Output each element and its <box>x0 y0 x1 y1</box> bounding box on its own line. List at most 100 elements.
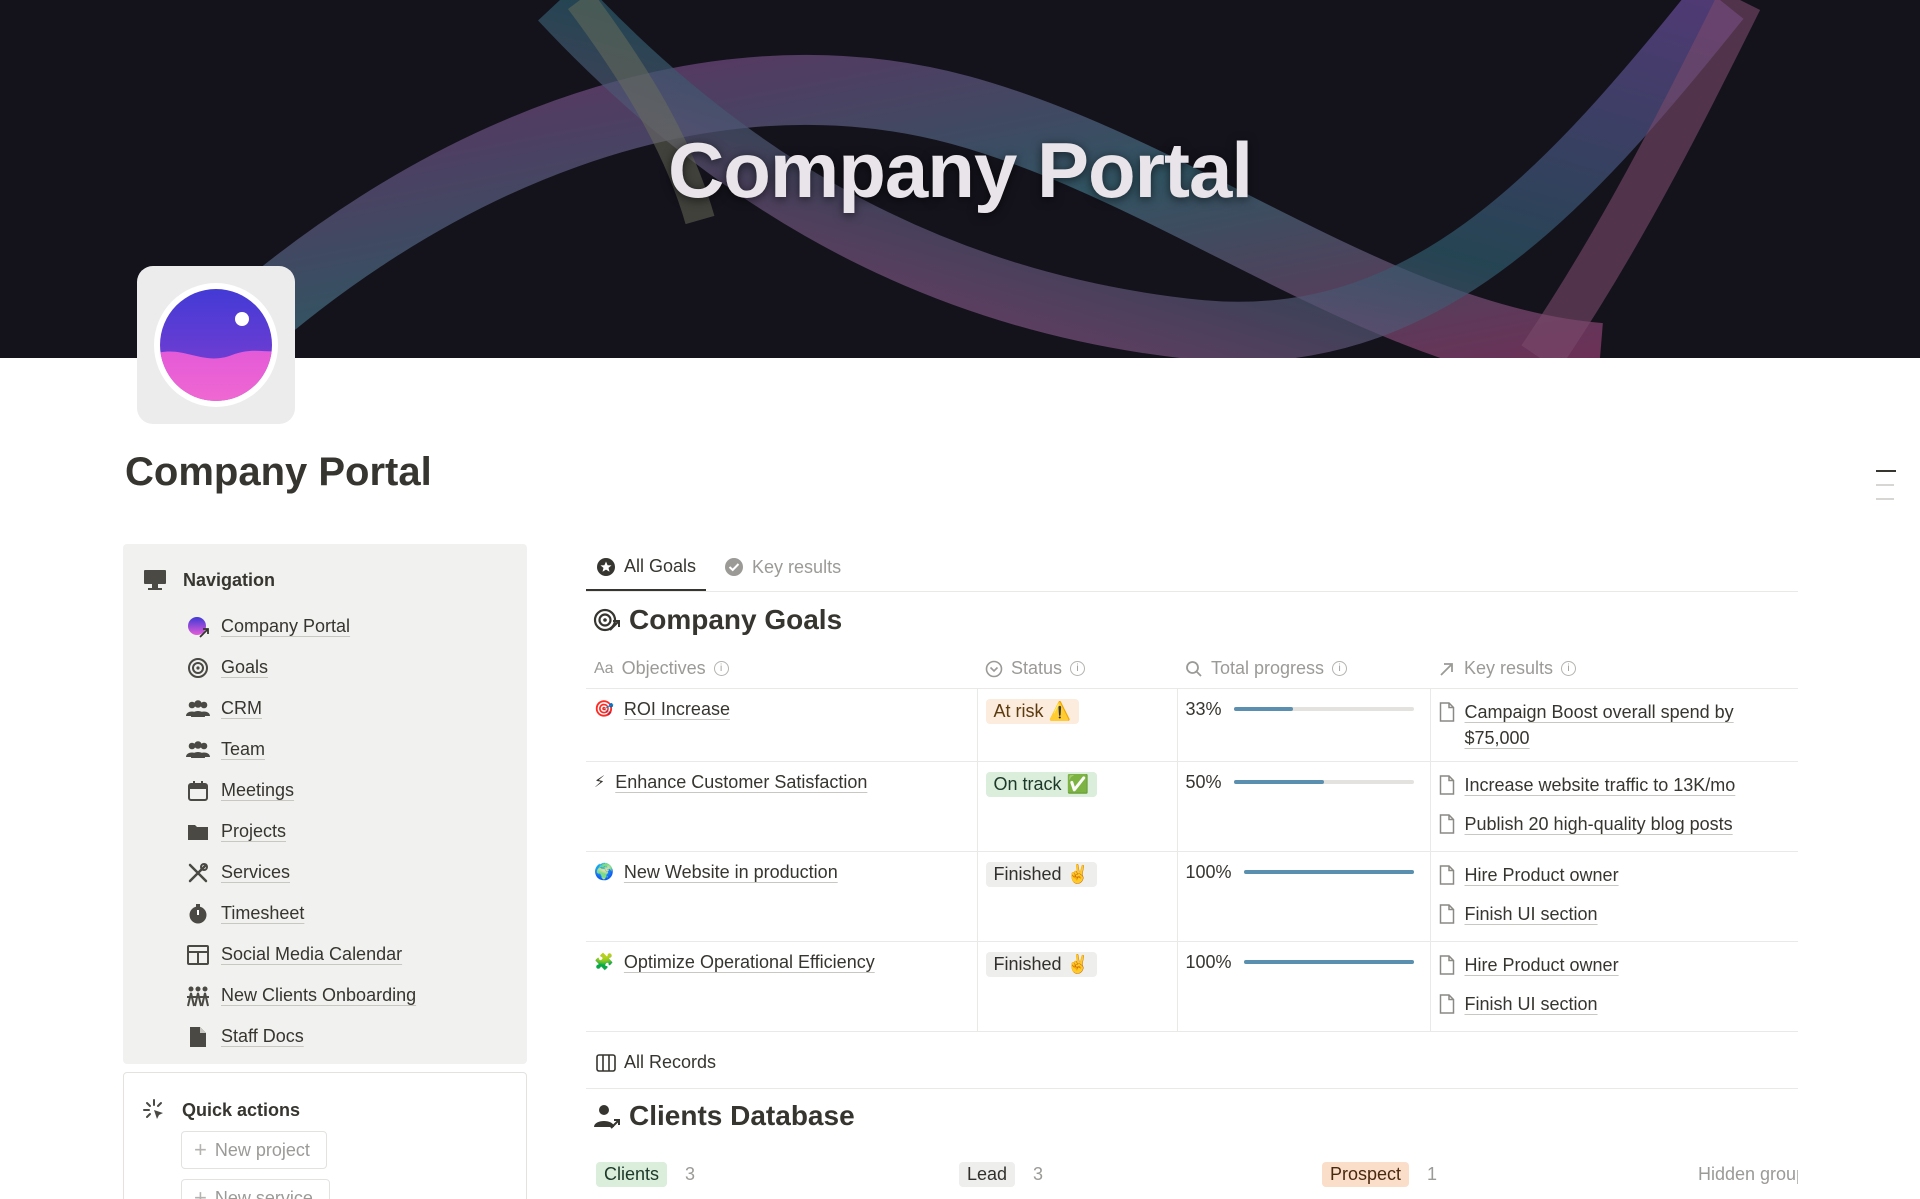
key-results-cell[interactable]: Campaign Boost overall spend by $75,000 <box>1430 688 1798 762</box>
objective-cell[interactable]: 🎯 ROI Increase <box>586 688 978 762</box>
nav-item-new-clients-onboarding[interactable]: New Clients Onboarding <box>185 975 416 1016</box>
group-prospect[interactable]: Prospect 1 <box>1322 1162 1437 1187</box>
outline-mark[interactable] <box>1876 470 1896 472</box>
outline-mark[interactable] <box>1876 498 1894 500</box>
group-lead[interactable]: Lead 3 <box>959 1162 1322 1187</box>
tab-key-results[interactable]: Key results <box>714 544 851 590</box>
status-cell[interactable]: Finished ✌️ <box>977 851 1178 942</box>
hidden-groups-toggle[interactable]: Hidden groups <box>1698 1164 1798 1185</box>
quick-actions-header: Quick actions <box>142 1098 300 1122</box>
nav-item-crm[interactable]: CRM <box>185 688 416 729</box>
clients-database-heading[interactable]: Clients Database <box>593 1100 855 1132</box>
key-result-title: Increase website traffic to 13K/mo <box>1464 774 1736 795</box>
key-results-cell[interactable]: Increase website traffic to 13K/mo Publis… <box>1430 761 1798 852</box>
page-title: Company Portal <box>125 450 432 494</box>
people-icon <box>185 737 211 763</box>
info-icon[interactable]: i <box>1332 661 1348 677</box>
layout-icon <box>185 942 211 968</box>
nav-item-meetings[interactable]: Meetings <box>185 770 416 811</box>
new-service-label: New service <box>214 1187 313 1199</box>
table-header-row: Aa Objectives i Status i Total progress … <box>586 650 1798 689</box>
document-icon <box>185 1024 211 1050</box>
company-goals-table: Aa Objectives i Status i Total progress … <box>586 650 1798 1032</box>
page-icon-small <box>1439 774 1455 802</box>
group-clients-tag: Clients <box>596 1162 668 1187</box>
objective-cell[interactable]: 🧩 Optimize Operational Efficiency <box>586 941 978 1032</box>
group-lead-count: 3 <box>1033 1164 1044 1184</box>
clients-database-title: Clients Database <box>629 1100 855 1131</box>
nav-item-label: Timesheet <box>221 903 305 923</box>
status-cell[interactable]: Finished ✌️ <box>977 941 1178 1032</box>
column-total-progress[interactable]: Total progress i <box>1177 650 1430 689</box>
board-columns-icon <box>596 1053 616 1072</box>
key-result-link[interactable]: Finish UI section <box>1439 991 1791 1021</box>
tab-all-goals-label: All Goals <box>624 556 697 576</box>
navigation-header: Navigation <box>143 569 275 591</box>
nav-item-staff-docs[interactable]: Staff Docs <box>185 1016 416 1057</box>
info-icon[interactable]: i <box>713 661 729 677</box>
objective-cell[interactable]: 🌍 New Website in production <box>586 851 978 942</box>
company-goals-heading[interactable]: Company Goals <box>593 604 842 636</box>
status-badge: Finished ✌️ <box>985 861 1097 887</box>
table-row[interactable]: ⚡ Enhance Customer Satisfaction On track ✅… <box>586 761 1798 852</box>
records-view-tabs: All Records <box>586 1040 1798 1089</box>
nav-item-goals[interactable]: Goals <box>185 647 416 688</box>
key-result-title: Finish UI section <box>1464 903 1598 924</box>
status-cell[interactable]: On track ✅ <box>977 761 1178 852</box>
nav-item-projects[interactable]: Projects <box>185 811 416 852</box>
person-link-icon <box>594 1105 620 1129</box>
nav-item-label: Meetings <box>221 780 295 800</box>
nav-item-timesheet[interactable]: Timesheet <box>185 893 416 934</box>
table-row[interactable]: 🌍 New Website in production Finished ✌️ 100… <box>586 851 1798 942</box>
objective-cell[interactable]: ⚡ Enhance Customer Satisfaction <box>586 761 978 852</box>
key-result-link[interactable]: Hire Product owner <box>1439 862 1791 892</box>
key-result-link[interactable]: Campaign Boost overall spend by $75,000 <box>1439 699 1791 751</box>
status-cell[interactable]: At risk ⚠️ <box>977 688 1178 762</box>
company-goals-title: Company Goals <box>629 604 843 635</box>
group-clients[interactable]: Clients 3 <box>596 1162 959 1187</box>
progress-bar-fill <box>1243 870 1414 874</box>
page-icon[interactable] <box>137 266 295 424</box>
nav-item-company-portal[interactable]: Company Portal <box>185 606 416 647</box>
quick-actions-title: Quick actions <box>182 1099 301 1120</box>
objective-emoji-icon: ⚡ <box>594 774 606 791</box>
group-clients-count: 3 <box>685 1164 696 1184</box>
table-row[interactable]: 🧩 Optimize Operational Efficiency Finished… <box>586 941 1798 1032</box>
nav-item-social-media-calendar[interactable]: Social Media Calendar <box>185 934 416 975</box>
key-result-link[interactable]: Hire Product owner <box>1439 952 1791 982</box>
progress-bar-fill <box>1233 707 1293 711</box>
tab-all-records[interactable]: All Records <box>586 1040 1798 1085</box>
key-result-link[interactable]: Finish UI section <box>1439 901 1791 931</box>
page-icon-small <box>1439 993 1455 1021</box>
progress-bar-fill <box>1243 960 1414 964</box>
outline-mark[interactable] <box>1876 484 1894 486</box>
page-outline[interactable] <box>1876 470 1896 512</box>
nav-item-team[interactable]: Team <box>185 729 416 770</box>
table-row[interactable]: 🎯 ROI Increase At risk ⚠️ 33% Campaign Boost… <box>586 688 1798 762</box>
objective-name: New Website in production <box>623 861 838 882</box>
folder-icon <box>185 819 211 845</box>
info-icon[interactable]: i <box>1561 661 1577 677</box>
new-project-button[interactable]: + New project <box>181 1131 327 1169</box>
group-prospect-count: 1 <box>1427 1164 1438 1184</box>
key-results-cell[interactable]: Hire Product owner Finish UI section <box>1430 851 1798 942</box>
tab-all-records-label: All Records <box>624 1052 717 1072</box>
page-icon-small <box>1439 954 1455 982</box>
key-result-title: Hire Product owner <box>1464 954 1619 975</box>
key-result-link[interactable]: Publish 20 high-quality blog posts <box>1439 811 1791 841</box>
info-icon[interactable]: i <box>1070 661 1086 677</box>
progress-percent: 50% <box>1185 771 1222 792</box>
new-service-button[interactable]: + New service <box>181 1179 330 1199</box>
column-key-results[interactable]: Key results i <box>1430 650 1798 689</box>
progress-cell: 33% <box>1177 688 1431 762</box>
tab-all-goals[interactable]: All Goals <box>586 544 707 591</box>
key-result-link[interactable]: Increase website traffic to 13K/mo <box>1439 772 1791 802</box>
text-type-icon: Aa <box>594 659 614 677</box>
nav-item-services[interactable]: Services <box>185 852 416 893</box>
key-results-cell[interactable]: Hire Product owner Finish UI section <box>1430 941 1798 1032</box>
column-objectives[interactable]: Aa Objectives i <box>586 650 977 689</box>
column-status[interactable]: Status i <box>977 650 1177 689</box>
status-badge: On track ✅ <box>985 771 1097 797</box>
people-icon <box>185 696 211 722</box>
objective-emoji-icon: 🎯 <box>594 701 614 718</box>
